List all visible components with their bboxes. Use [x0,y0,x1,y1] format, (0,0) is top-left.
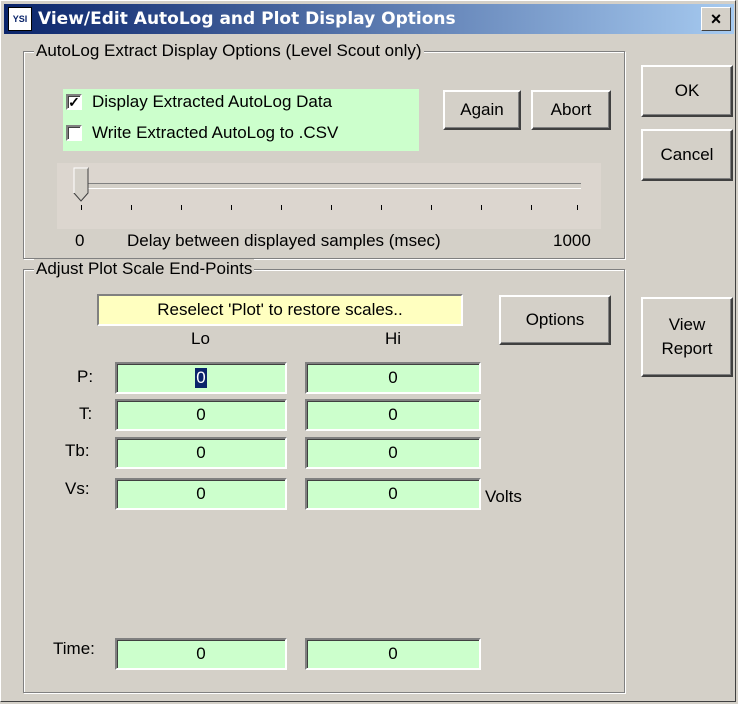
checkmark-icon: ✓ [68,94,80,110]
time-label: Time: [53,639,95,658]
slider-tick [281,205,282,210]
slider-tick [577,205,578,210]
slider-tick [381,205,382,210]
ok-button[interactable]: OK [641,65,733,117]
vs-lo-input[interactable]: 0 [115,478,287,510]
ysi-app-icon: YSI [8,7,32,31]
slider-thumb[interactable] [73,167,89,203]
row-label-vs: Vs: [65,479,90,498]
write-csv-label: Write Extracted AutoLog to .CSV [92,123,339,142]
vs-hi-input[interactable]: 0 [305,478,481,510]
slider-min-label: 0 [75,231,85,250]
write-csv-row[interactable]: Write Extracted AutoLog to .CSV [66,123,338,143]
cancel-button[interactable]: Cancel [641,129,733,181]
time-hi-input[interactable]: 0 [305,638,481,670]
display-extracted-label: Display Extracted AutoLog Data [92,92,333,111]
row-label-p: P: [77,367,94,386]
p-lo-input[interactable]: 0 [115,362,287,394]
slider-tick [231,205,232,210]
row-label-tb: Tb: [65,441,90,460]
row-label-t: T: [79,404,93,423]
view-report-button[interactable]: View Report [641,297,733,377]
display-extracted-checkbox[interactable]: ✓ [66,94,82,110]
slider-track [81,183,581,189]
abort-button[interactable]: Abort [531,90,611,130]
t-hi-input[interactable]: 0 [305,399,481,431]
tb-hi-input[interactable]: 0 [305,437,481,469]
title-bar[interactable]: YSI View/Edit AutoLog and Plot Display O… [4,4,734,34]
slider-tick [481,205,482,210]
close-icon: × [710,8,722,29]
time-lo-input[interactable]: 0 [115,638,287,670]
tb-lo-input[interactable]: 0 [115,437,287,469]
close-button[interactable]: × [701,7,731,31]
slider-tick [431,205,432,210]
window-title: View/Edit AutoLog and Plot Display Optio… [38,9,456,29]
slider-tick [181,205,182,210]
lo-column-header: Lo [191,329,210,348]
vs-unit-label: Volts [485,487,522,506]
slider-tick [331,205,332,210]
autolog-group-label: AutoLog Extract Display Options (Level S… [34,41,424,61]
t-lo-input[interactable]: 0 [115,399,287,431]
write-csv-checkbox[interactable] [66,125,82,141]
display-extracted-row[interactable]: ✓ Display Extracted AutoLog Data [66,92,332,112]
p-hi-input[interactable]: 0 [305,362,481,394]
delay-slider[interactable] [57,163,601,229]
slider-tick [81,205,82,210]
slider-tick [531,205,532,210]
plot-group-label: Adjust Plot Scale End-Points [34,259,255,279]
slider-caption: Delay between displayed samples (msec) [127,231,441,250]
restore-scales-note: Reselect 'Plot' to restore scales.. [97,294,463,326]
options-button[interactable]: Options [499,295,611,345]
p-lo-value: 0 [195,368,207,388]
slider-max-label: 1000 [553,231,591,250]
dialog-window: YSI View/Edit AutoLog and Plot Display O… [0,0,736,702]
slider-tick [131,205,132,210]
hi-column-header: Hi [385,329,402,348]
again-button[interactable]: Again [443,90,521,130]
